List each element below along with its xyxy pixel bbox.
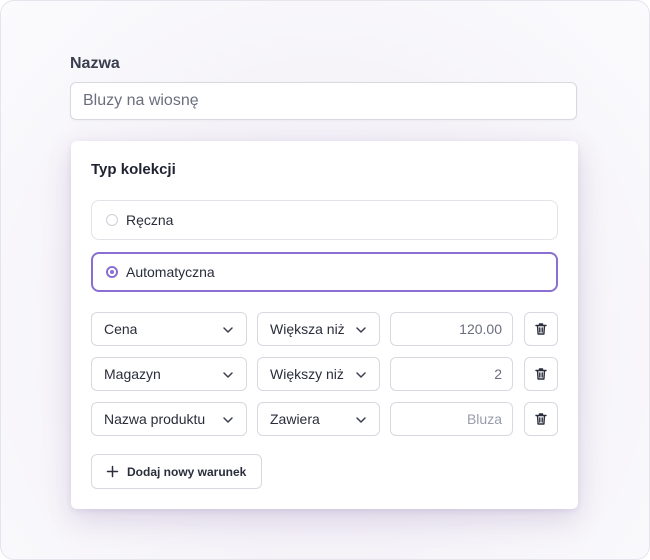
radio-option-automatic-label: Automatyczna [126,264,215,280]
collection-name-input[interactable]: Bluzy na wiosnę [70,82,577,120]
radio-option-manual[interactable]: Ręczna [91,200,558,240]
condition-field-select[interactable]: Nazwa produktu [91,402,247,436]
condition-row: Cena Większa niż 120.00 [91,312,558,346]
condition-field-value: Cena [104,321,138,337]
condition-value-input[interactable]: 2 [390,357,513,391]
add-condition-button[interactable]: Dodaj nowy warunek [91,454,262,489]
delete-condition-button[interactable] [524,402,558,436]
delete-condition-button[interactable] [524,312,558,346]
radio-option-automatic[interactable]: Automatyczna [91,252,558,292]
radio-option-manual-label: Ręczna [126,212,174,228]
condition-operator-select[interactable]: Zawiera [257,402,380,436]
condition-value: 2 [494,366,502,382]
chevron-down-icon [223,372,233,378]
condition-operator-value: Zawiera [270,411,320,427]
radio-checked-icon[interactable] [106,266,118,278]
condition-operator-select[interactable]: Większa niż [257,312,380,346]
condition-value-input[interactable]: 120.00 [390,312,513,346]
chevron-down-icon [356,372,366,378]
condition-field-value: Magazyn [104,366,161,382]
trash-icon [535,368,547,380]
condition-field-select[interactable]: Cena [91,312,247,346]
condition-value: 120.00 [459,321,502,337]
condition-field-value: Nazwa produktu [104,411,206,427]
condition-operator-select[interactable]: Większy niż [257,357,380,391]
trash-icon [535,413,547,425]
name-field-label: Nazwa [70,55,120,72]
app-frame: Nazwa Bluzy na wiosnę Typ kolekcji Ręczn… [0,0,650,560]
collection-type-title: Typ kolekcji [91,161,176,178]
condition-row: Nazwa produktu Zawiera Bluza [91,402,558,436]
delete-condition-button[interactable] [524,357,558,391]
plus-icon [106,465,119,478]
collection-type-card: Typ kolekcji Ręczna Automatyczna Cena Wi… [71,141,578,509]
chevron-down-icon [223,417,233,423]
add-condition-label: Dodaj nowy warunek [127,464,247,479]
chevron-down-icon [356,417,366,423]
collection-name-value: Bluzy na wiosnę [83,92,199,109]
chevron-down-icon [223,327,233,333]
chevron-down-icon [356,327,366,333]
radio-unchecked-icon[interactable] [106,214,118,226]
condition-field-select[interactable]: Magazyn [91,357,247,391]
condition-operator-value: Większy niż [270,366,344,382]
condition-value-input[interactable]: Bluza [390,402,513,436]
trash-icon [535,323,547,335]
condition-row: Magazyn Większy niż 2 [91,357,558,391]
condition-value-placeholder: Bluza [466,411,502,427]
condition-operator-value: Większa niż [270,321,345,337]
